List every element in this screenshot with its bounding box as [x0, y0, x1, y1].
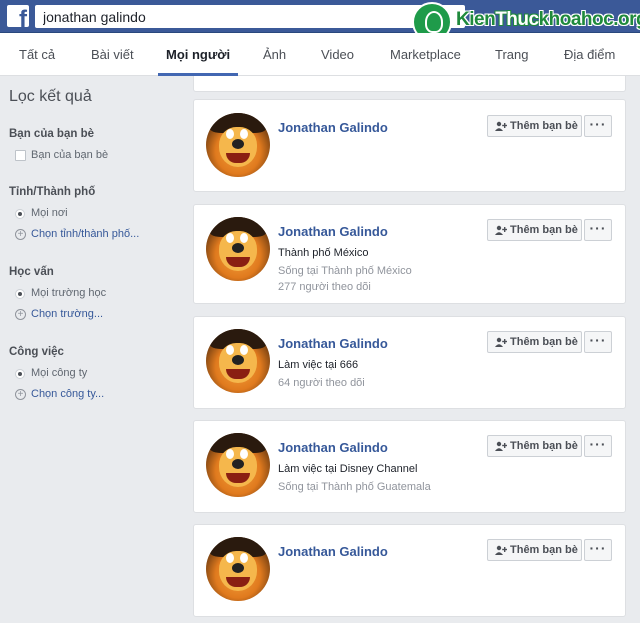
search-input[interactable] [43, 8, 457, 25]
avatar[interactable] [206, 329, 270, 393]
watermark-part-3: khoahoc.org [538, 9, 640, 30]
filter-option-label: Mọi nơi [31, 207, 68, 219]
filter-heading-work: Công việc [9, 346, 64, 358]
person-result-card: Jonathan Galindo Làm việc tại Disney Cha… [193, 420, 626, 513]
person-detail: Làm việc tại 666 [278, 359, 359, 371]
plus-circle-icon: + [15, 309, 26, 320]
person-name-link[interactable]: Jonathan Galindo [278, 120, 388, 135]
add-friend-label: Thêm bạn bè [510, 224, 578, 236]
tab-people[interactable]: Mọi người [166, 47, 230, 62]
person-result-card: Jonathan Galindo Thành phố México Sống t… [193, 204, 626, 304]
add-friend-icon [495, 121, 507, 131]
radio-selected-icon[interactable] [15, 289, 25, 299]
add-friend-button[interactable]: Thêm bạn bè [487, 115, 582, 137]
follower-count: 277 người theo dõi [278, 281, 371, 293]
more-options-button[interactable]: ··· [584, 539, 612, 561]
search-tabs: Tất cả Bài viết Mọi người Ảnh Video Mark… [0, 33, 640, 76]
filter-title: Lọc kết quả [9, 88, 92, 105]
avatar[interactable] [206, 217, 270, 281]
tab-all[interactable]: Tất cả [19, 47, 55, 62]
filter-heading-city: Tỉnh/Thành phố [9, 186, 96, 198]
filter-option-label: Bạn của bạn bè [31, 149, 109, 161]
filter-option-label: Mọi trường học [31, 287, 107, 299]
person-result-card: Jonathan Galindo Thêm bạn bè ··· [193, 524, 626, 617]
add-friend-icon [495, 225, 507, 235]
person-detail-secondary: Sống tại Thành phố Guatemala [278, 481, 431, 493]
facebook-logo-icon[interactable]: f [7, 5, 29, 27]
add-friend-label: Thêm bạn bè [510, 336, 578, 348]
tab-photos[interactable]: Ảnh [263, 47, 286, 62]
more-options-button[interactable]: ··· [584, 219, 612, 241]
add-friend-button[interactable]: Thêm bạn bè [487, 219, 582, 241]
person-detail: Thành phố México [278, 247, 369, 259]
tab-pages[interactable]: Trang [495, 47, 528, 62]
person-name-link[interactable]: Jonathan Galindo [278, 440, 388, 455]
add-friend-label: Thêm bạn bè [510, 120, 578, 132]
radio-selected-icon[interactable] [15, 209, 25, 219]
add-friend-label: Thêm bạn bè [510, 544, 578, 556]
plus-circle-icon: + [15, 229, 26, 240]
filter-heading-friends: Bạn của bạn bè [9, 128, 94, 140]
plus-circle-icon: + [15, 389, 26, 400]
more-options-button[interactable]: ··· [584, 435, 612, 457]
filter-choose-label[interactable]: Chọn công ty... [31, 388, 104, 400]
person-name-link[interactable]: Jonathan Galindo [278, 224, 388, 239]
person-name-link[interactable]: Jonathan Galindo [278, 336, 388, 351]
avatar[interactable] [206, 113, 270, 177]
tab-posts[interactable]: Bài viết [91, 47, 134, 62]
more-options-button[interactable]: ··· [584, 115, 612, 137]
tab-places[interactable]: Địa điểm [564, 47, 615, 62]
watermark-part-2: Thuc [495, 9, 539, 30]
radio-selected-icon[interactable] [15, 369, 25, 379]
person-detail-secondary: Sống tại Thành phố México [278, 265, 412, 277]
add-friend-button[interactable]: Thêm bạn bè [487, 435, 582, 457]
tab-videos[interactable]: Video [321, 47, 354, 62]
follower-count: 64 người theo dõi [278, 377, 365, 389]
add-friend-icon [495, 337, 507, 347]
checkbox-icon[interactable] [15, 150, 26, 161]
tab-marketplace[interactable]: Marketplace [390, 47, 461, 62]
more-options-button[interactable]: ··· [584, 331, 612, 353]
filter-choose-label[interactable]: Chọn tỉnh/thành phố... [31, 228, 139, 240]
avatar[interactable] [206, 537, 270, 601]
add-friend-button[interactable]: Thêm bạn bè [487, 539, 582, 561]
add-friend-label: Thêm bạn bè [510, 440, 578, 452]
avatar[interactable] [206, 433, 270, 497]
watermark-part-1: Kien [456, 9, 496, 30]
search-box[interactable] [35, 5, 465, 28]
person-result-card: Jonathan Galindo Làm việc tại 666 64 ngư… [193, 316, 626, 409]
watermark-text: KienThuckhoahoc.org [456, 9, 640, 31]
filter-option-label: Mọi công ty [31, 367, 88, 379]
person-detail: Làm việc tại Disney Channel [278, 463, 418, 475]
add-friend-button[interactable]: Thêm bạn bè [487, 331, 582, 353]
previous-result-card-edge [193, 76, 626, 92]
person-result-card: Jonathan Galindo Thêm bạn bè ··· [193, 99, 626, 192]
person-name-link[interactable]: Jonathan Galindo [278, 544, 388, 559]
filter-heading-education: Học vấn [9, 266, 54, 278]
filter-choose-label[interactable]: Chọn trường... [31, 308, 103, 320]
add-friend-icon [495, 545, 507, 555]
add-friend-icon [495, 441, 507, 451]
